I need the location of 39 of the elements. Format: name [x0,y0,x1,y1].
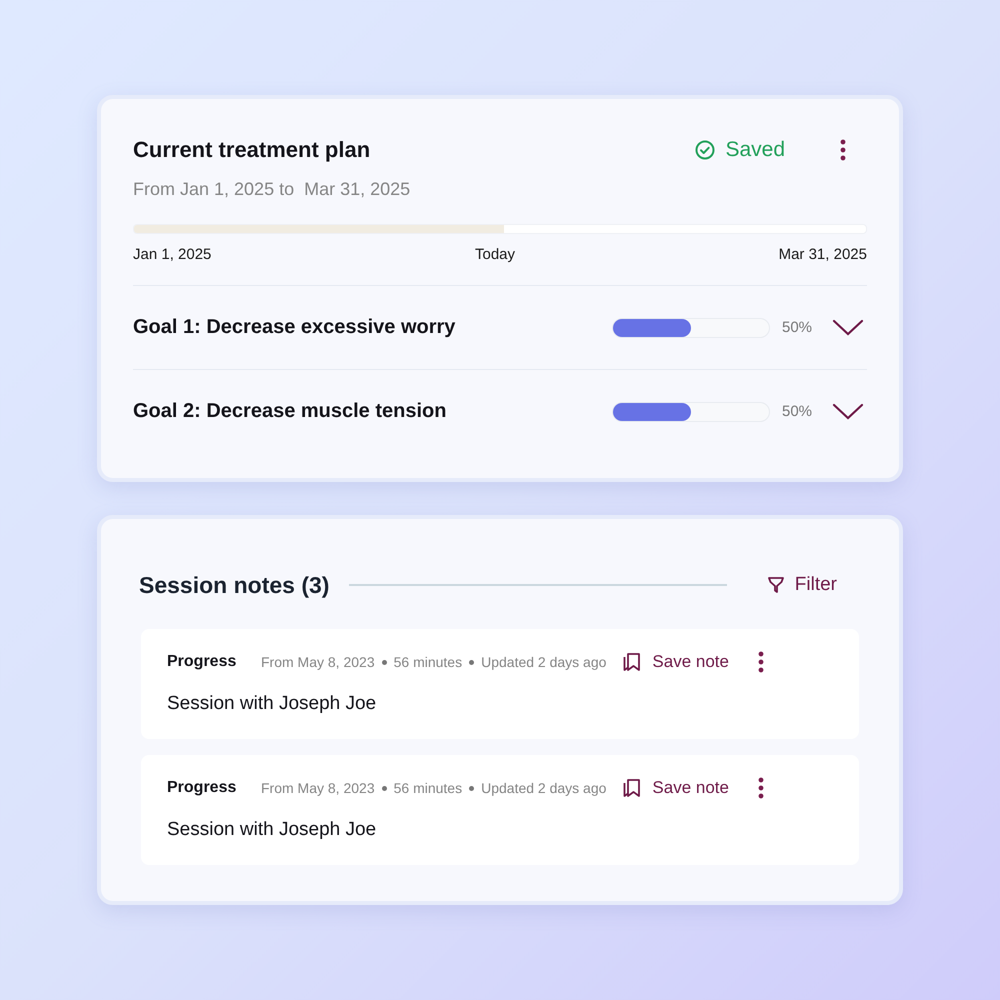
dot-separator-icon [382,660,387,664]
more-icon [758,777,764,799]
chevron-down-icon [832,402,864,420]
expand-button[interactable] [832,402,864,420]
bookmarks-icon [622,652,642,672]
timeline-label: Mar 31, 2025 [778,246,867,263]
note-type: Progress [167,779,238,797]
progress-reading: 50% [782,319,814,336]
check-circle-icon [695,140,716,160]
section-title: Session notes (3) [139,572,330,598]
filter-icon [766,576,785,594]
save-note-button[interactable]: Save note [622,778,729,798]
more-icon [758,651,764,673]
note-meta: Updated 2 days ago [481,654,606,670]
save-note-button[interactable]: Save note [622,652,729,672]
saved-status: Saved [695,138,785,162]
date-range: From Jan 1, 2025 to Mar 31, 2025 [133,179,412,200]
goal-title: Goal 2: Decrease muscle tension [133,400,448,423]
note-type: Progress [167,653,238,671]
dot-separator-icon [469,786,474,790]
filter-button[interactable]: Filter [766,574,837,596]
dot-separator-icon [469,660,474,664]
note-text: Session with Joseph Joe [167,693,378,715]
timeline-label: Jan 1, 2025 [133,246,212,263]
more-icon [840,139,846,161]
dot-separator-icon [382,786,387,790]
progress-reading: 50% [782,403,814,420]
expand-button[interactable] [832,318,864,336]
note-meta: 56 minutes [394,780,462,796]
note-meta: Updated 2 days ago [481,780,606,796]
goal-title: Goal 1: Decrease excessive worry [133,316,456,339]
note-meta: From May 8, 2023 [261,654,375,670]
note-text: Session with Joseph Joe [167,819,378,841]
note-meta: 56 minutes [394,654,462,670]
chevron-down-icon [832,318,864,336]
note-meta: From May 8, 2023 [261,780,375,796]
timeline-label: Today [474,246,516,263]
bookmarks-icon [622,778,642,798]
card-title: Current treatment plan [133,137,372,163]
